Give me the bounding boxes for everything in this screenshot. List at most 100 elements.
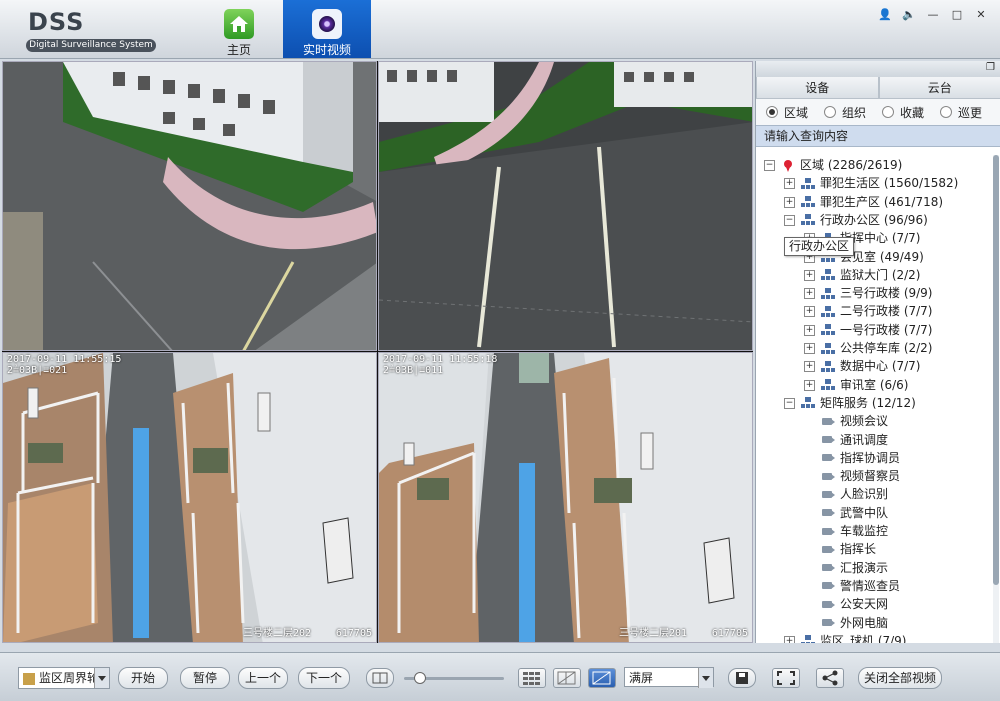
- tree-node-label: 审讯室 (6/6): [840, 378, 909, 392]
- tree-node[interactable]: −区域 (2286/2619): [764, 156, 902, 174]
- expand-icon[interactable]: +: [784, 178, 795, 189]
- expand-icon[interactable]: +: [804, 361, 815, 372]
- user-icon[interactable]: 👤: [878, 8, 892, 22]
- tree-node-label: 公共停车库 (2/2): [840, 341, 933, 355]
- tree-node[interactable]: + 罪犯生产区 (461/718): [784, 193, 943, 211]
- expand-icon[interactable]: +: [804, 325, 815, 336]
- tree-scrollbar[interactable]: [993, 155, 999, 643]
- tree-node[interactable]: 车载监控: [804, 522, 888, 540]
- tab-device[interactable]: 设备: [756, 77, 879, 99]
- tree-node[interactable]: −行政办公区 (96/96): [784, 211, 928, 229]
- minimize-button[interactable]: —: [926, 8, 940, 22]
- fullscreen-icon[interactable]: [772, 668, 800, 688]
- nav-tab-live-video[interactable]: 实时视频: [283, 0, 371, 58]
- tree-node[interactable]: 公安天网: [804, 595, 888, 613]
- expand-icon[interactable]: +: [804, 380, 815, 391]
- tree-node-label: 公安天网: [840, 597, 888, 611]
- tree-node[interactable]: 外网电脑: [804, 614, 888, 632]
- expand-icon[interactable]: +: [804, 288, 815, 299]
- nav-tab-home[interactable]: 主页: [206, 0, 272, 58]
- tree-node[interactable]: 指挥协调员: [804, 449, 900, 467]
- collapse-icon[interactable]: −: [784, 215, 795, 226]
- radio-patrol[interactable]: 巡更: [940, 104, 982, 121]
- camera-channel-icon: [821, 452, 835, 464]
- device-tree: −区域 (2286/2619)+罪犯生活区 (1560/1582)+罪犯生产区 …: [756, 155, 990, 643]
- tree-node[interactable]: −矩阵服务 (12/12): [784, 394, 916, 412]
- expand-icon[interactable]: +: [804, 306, 815, 317]
- tree-node-label: 罪犯生产区 (461/718): [820, 195, 943, 209]
- tree-node[interactable]: 视频会议: [804, 412, 888, 430]
- close-all-videos-button[interactable]: 关闭全部视频: [858, 667, 942, 689]
- collapse-icon[interactable]: −: [784, 398, 795, 409]
- tree-node[interactable]: +监区_球机 (7/9): [784, 632, 907, 643]
- expand-icon[interactable]: +: [804, 343, 815, 354]
- tree-node[interactable]: + 二号行政楼 (7/7): [804, 302, 933, 320]
- expand-icon[interactable]: +: [784, 197, 795, 208]
- tree-node[interactable]: +监狱大门 (2/2): [804, 266, 921, 284]
- share-icon[interactable]: [816, 668, 844, 688]
- search-input[interactable]: 请输入查询内容: [756, 125, 1000, 147]
- custom-layout-icon[interactable]: [553, 668, 581, 688]
- grid-layout-icon[interactable]: [518, 668, 546, 688]
- tree-node[interactable]: 视频督察员: [804, 467, 900, 485]
- start-button[interactable]: 开始: [118, 667, 168, 689]
- pause-button[interactable]: 暂停: [180, 667, 230, 689]
- tree-node[interactable]: 汇报演示: [804, 559, 888, 577]
- tree-node[interactable]: + 一号行政楼 (7/7): [804, 321, 933, 339]
- expand-icon[interactable]: +: [804, 270, 815, 281]
- radio-organization[interactable]: 组织: [824, 104, 866, 121]
- video-window-1[interactable]: [2, 61, 377, 351]
- tree-node[interactable]: + 审讯室 (6/6): [804, 376, 909, 394]
- radio-area[interactable]: 区域: [766, 104, 808, 121]
- tab-ptz[interactable]: 云台: [879, 77, 1000, 99]
- collapse-icon[interactable]: −: [764, 160, 775, 171]
- camera-channel-icon: [821, 471, 835, 483]
- tree-node[interactable]: 警情巡查员: [804, 577, 900, 595]
- tree-tooltip: 行政办公区: [784, 237, 854, 256]
- nav-tab-live-video-label: 实时视频: [283, 41, 371, 58]
- tree-node-label: 武警中队: [840, 506, 888, 520]
- camera-channel-icon: [821, 580, 835, 592]
- video-window-2[interactable]: [378, 61, 753, 351]
- volume-slider-thumb[interactable]: [414, 672, 426, 684]
- chevron-down-icon[interactable]: [698, 668, 713, 688]
- tree-node-label: 一号行政楼 (7/7): [840, 323, 933, 337]
- expand-icon[interactable]: +: [784, 636, 795, 643]
- save-icon[interactable]: [728, 668, 756, 688]
- sequence-select[interactable]: 监区周界轮: [18, 667, 110, 689]
- tree-node[interactable]: 通讯调度: [804, 431, 888, 449]
- radio-favorites[interactable]: 收藏: [882, 104, 924, 121]
- video-window-4[interactable]: 2017-09-11 11:55:18 2≟03B|≡011 三号楼二层201 …: [378, 352, 753, 643]
- layout-select[interactable]: 满屏: [624, 667, 714, 687]
- tree-node[interactable]: +数据中心 (7/7): [804, 357, 921, 375]
- radio-area-indicator: [766, 106, 778, 118]
- tree-node-label: 二号行政楼 (7/7): [840, 304, 933, 318]
- chevron-down-icon[interactable]: [94, 668, 109, 688]
- organization-icon: [821, 288, 835, 300]
- tree-node[interactable]: 武警中队: [804, 504, 888, 522]
- app-logo-subtitle: Digital Surveillance System: [26, 39, 156, 52]
- radio-organization-indicator: [824, 106, 836, 118]
- tree-node[interactable]: 人脸识别: [804, 485, 888, 503]
- prev-button[interactable]: 上一个: [238, 667, 288, 689]
- fullscreen-layout-icon[interactable]: [588, 668, 616, 688]
- tree-node[interactable]: 指挥长: [804, 540, 876, 558]
- camera-channel-icon: [821, 434, 835, 446]
- single-view-icon[interactable]: [366, 668, 394, 688]
- tree-node[interactable]: + 公共停车库 (2/2): [804, 339, 933, 357]
- tree-node-label: 人脸识别: [840, 487, 888, 501]
- tree-node[interactable]: +三号行政楼 (9/9): [804, 284, 933, 302]
- nav-tab-home-label: 主页: [206, 41, 272, 58]
- next-button[interactable]: 下一个: [298, 667, 350, 689]
- video-window-3[interactable]: 2017-09-11 11:55:15 2≟03B|≡021 三号楼二层202 …: [2, 352, 377, 643]
- volume-icon[interactable]: 🔈: [902, 8, 916, 22]
- organization-icon: [801, 196, 815, 208]
- layout-select-value: 满屏: [629, 671, 653, 685]
- camera-channel-icon: [821, 416, 835, 428]
- close-button[interactable]: ✕: [974, 8, 988, 22]
- tree-node-label: 指挥长: [840, 542, 876, 556]
- restore-panel-icon[interactable]: ❐: [986, 62, 995, 73]
- tree-node[interactable]: +罪犯生活区 (1560/1582): [784, 174, 958, 192]
- tree-scrollbar-thumb[interactable]: [993, 155, 999, 585]
- maximize-button[interactable]: □: [950, 8, 964, 22]
